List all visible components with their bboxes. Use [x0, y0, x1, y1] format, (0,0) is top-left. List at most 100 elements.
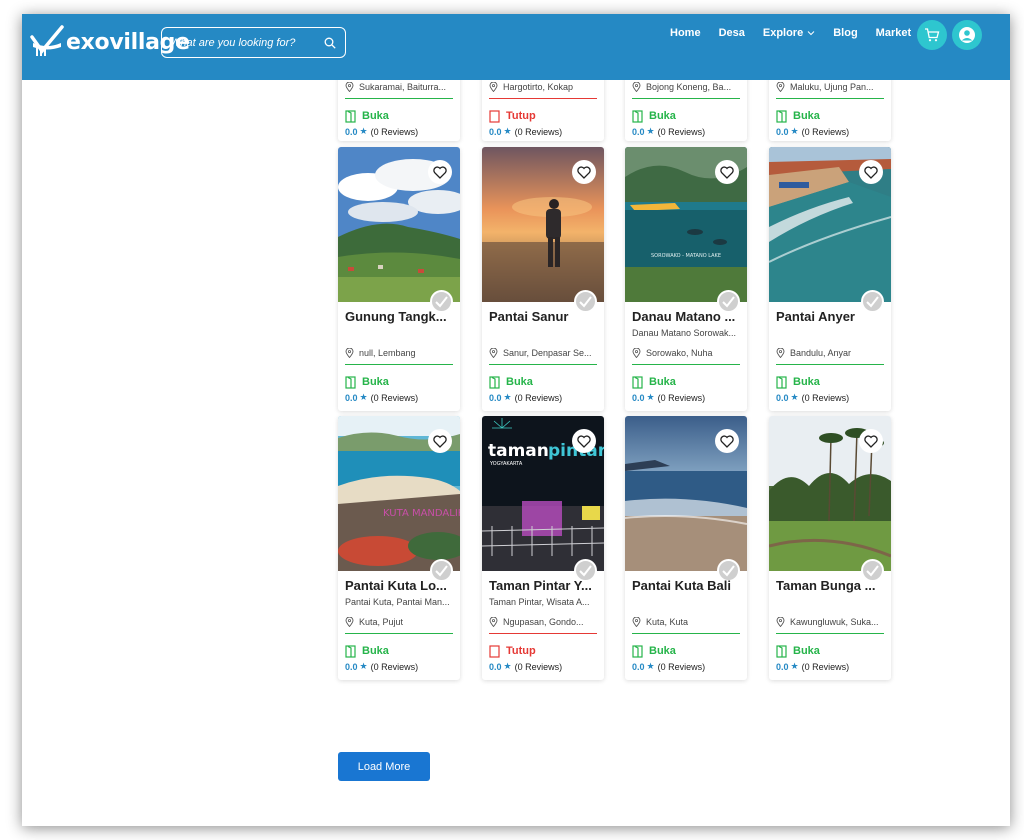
- rating-score: 0.0: [776, 661, 789, 672]
- rating: 0.0 ★ (0 Reviews): [345, 126, 453, 137]
- account-button[interactable]: [952, 20, 982, 50]
- heart-icon: [433, 165, 447, 179]
- heart-icon: [864, 165, 878, 179]
- status-open: Buka: [632, 109, 740, 123]
- destination-card[interactable]: KUTA MANDALIKA Pantai Kuta Lo... Pantai …: [338, 416, 460, 680]
- card-subtitle: Taman Pintar, Wisata A...: [489, 597, 590, 607]
- nav-home[interactable]: Home: [670, 27, 701, 39]
- rating: 0.0 ★ (0 Reviews): [776, 661, 884, 672]
- card-title: Pantai Kuta Bali: [632, 578, 731, 593]
- heart-icon: [577, 434, 591, 448]
- status-text: Buka: [649, 645, 676, 657]
- door-icon: [345, 375, 356, 389]
- heart-icon: [577, 165, 591, 179]
- star-icon: ★: [503, 661, 512, 671]
- status-text: Buka: [362, 645, 389, 657]
- heart-icon: [720, 165, 734, 179]
- card-title: Pantai Sanur: [489, 309, 569, 324]
- status-text: Buka: [362, 376, 389, 388]
- nav-desa[interactable]: Desa: [719, 27, 745, 39]
- divider: [776, 98, 884, 99]
- location: Sukaramai, Baiturra...: [345, 80, 453, 93]
- location-pin-icon: [632, 81, 641, 92]
- cart-icon: [925, 28, 940, 42]
- rating-score: 0.0: [776, 392, 789, 403]
- status-text: Buka: [649, 376, 676, 388]
- heart-icon: [720, 434, 734, 448]
- card-title: Pantai Kuta Lo...: [345, 578, 447, 593]
- location: Maluku, Ujung Pan...: [776, 80, 884, 93]
- review-count: (0 Reviews): [514, 661, 563, 672]
- door-icon: [776, 109, 787, 123]
- rating: 0.0 ★ (0 Reviews): [776, 392, 884, 403]
- search-icon[interactable]: [324, 37, 336, 49]
- rating-score: 0.0: [632, 126, 645, 137]
- rating: 0.0 ★ (0 Reviews): [632, 392, 740, 403]
- location-text: Kuta, Kuta: [646, 616, 689, 627]
- nav-market[interactable]: Market: [876, 27, 911, 39]
- card-title: Taman Bunga ...: [776, 578, 876, 593]
- door-icon: [489, 109, 500, 123]
- location-text: null, Lembang: [359, 347, 416, 358]
- divider: [489, 364, 597, 365]
- chevron-down-icon: [807, 31, 815, 36]
- destination-card[interactable]: Pantai Kuta Bali Kuta, Kuta Buka 0.0 ★ (…: [625, 416, 747, 680]
- favorite-button[interactable]: [572, 160, 596, 184]
- card-subtitle: [632, 597, 740, 609]
- destination-card[interactable]: Pantai Anyer Bandulu, Anyar Buka 0.0 ★ (…: [769, 147, 891, 411]
- destination-card[interactable]: Gunung Tangk... null, Lembang Buka 0.0 ★…: [338, 147, 460, 411]
- status-text: Tutup: [506, 645, 536, 657]
- nav-blog[interactable]: Blog: [833, 27, 857, 39]
- status-text: Buka: [793, 645, 820, 657]
- heart-icon: [433, 434, 447, 448]
- status-text: Buka: [649, 110, 676, 122]
- star-icon: ★: [359, 392, 368, 402]
- rating-score: 0.0: [632, 392, 645, 403]
- image-sign-1: taman: [488, 441, 549, 461]
- nav-explore[interactable]: Explore: [763, 27, 815, 39]
- destination-card[interactable]: SOROWAKO - MATANO LAKE Danau Matano ... …: [625, 147, 747, 411]
- status-text: Tutup: [506, 110, 536, 122]
- destination-card[interactable]: taman pintar YOGYAKARTA Taman Pintar Y..…: [482, 416, 604, 680]
- rating-score: 0.0: [345, 392, 358, 403]
- status-text: Buka: [362, 110, 389, 122]
- divider: [489, 98, 597, 99]
- user-icon: [959, 27, 975, 43]
- location-pin-icon: [632, 616, 641, 627]
- status-open: Buka: [345, 375, 453, 389]
- divider: [345, 98, 453, 99]
- status-open: Buka: [632, 375, 740, 389]
- location: Bojong Koneng, Ba...: [632, 80, 740, 93]
- favorite-button[interactable]: [715, 429, 739, 453]
- destination-card[interactable]: Pantai Sanur Sanur, Denpasar Se... Buka …: [482, 147, 604, 411]
- card-subtitle: Danau Matano Sorowak...: [632, 328, 737, 338]
- door-icon: [776, 375, 787, 389]
- favorite-button[interactable]: [715, 160, 739, 184]
- review-count: (0 Reviews): [657, 126, 706, 137]
- door-icon: [345, 644, 356, 658]
- rating: 0.0 ★ (0 Reviews): [776, 126, 884, 137]
- nav-explore-label: Explore: [762, 27, 804, 39]
- location-text: Sukaramai, Baiturra...: [359, 81, 447, 92]
- favorite-button[interactable]: [572, 429, 596, 453]
- cart-button[interactable]: [917, 20, 947, 50]
- location: Bandulu, Anyar: [776, 346, 884, 359]
- favorite-button[interactable]: [428, 429, 452, 453]
- location: Ngupasan, Gondo...: [489, 615, 597, 628]
- image-sign: KUTA MANDALIKA: [383, 508, 460, 519]
- review-count: (0 Reviews): [370, 392, 419, 403]
- favorite-button[interactable]: [859, 429, 883, 453]
- favorite-button[interactable]: [859, 160, 883, 184]
- logo-icon: [30, 25, 64, 56]
- search-input[interactable]: [170, 36, 310, 49]
- rating: 0.0 ★ (0 Reviews): [632, 126, 740, 137]
- image-caption: SOROWAKO - MATANO LAKE: [651, 253, 721, 259]
- destination-card[interactable]: Taman Bunga ... Kawungluwuk, Suka... Buk…: [769, 416, 891, 680]
- card-subtitle: [489, 328, 597, 340]
- favorite-button[interactable]: [428, 160, 452, 184]
- divider: [776, 633, 884, 634]
- door-icon: [632, 644, 643, 658]
- rating-score: 0.0: [489, 661, 502, 672]
- load-more-button[interactable]: Load More: [338, 752, 430, 781]
- location-pin-icon: [632, 347, 641, 358]
